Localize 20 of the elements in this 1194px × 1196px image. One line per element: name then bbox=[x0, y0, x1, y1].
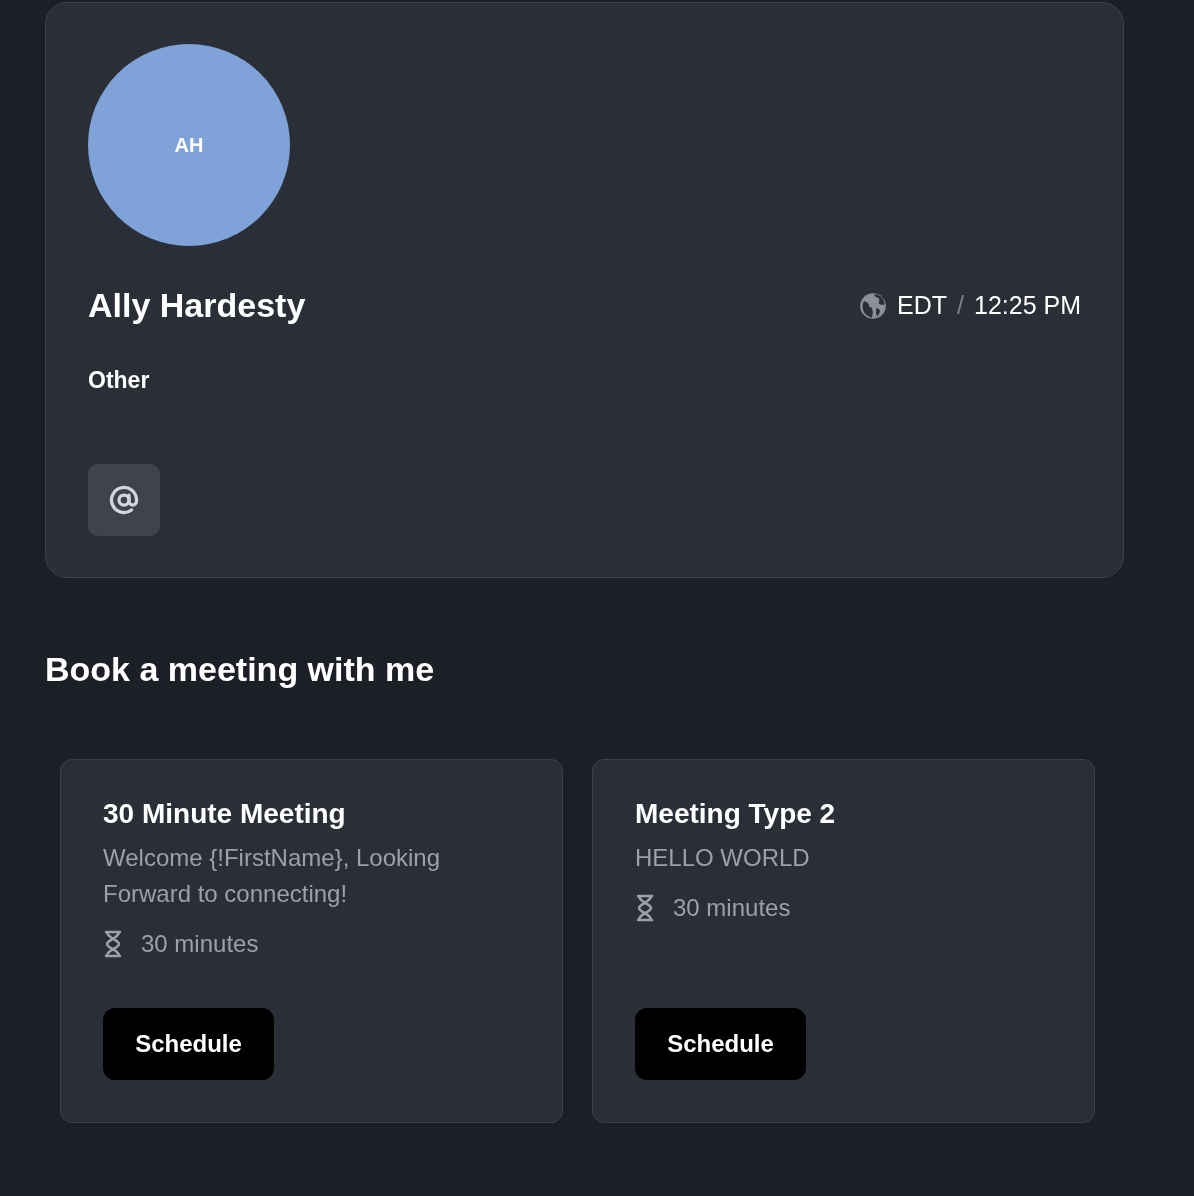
schedule-button[interactable]: Schedule bbox=[103, 1008, 274, 1080]
local-time: 12:25 PM bbox=[974, 291, 1081, 320]
separator: / bbox=[957, 291, 964, 320]
section-heading: Book a meeting with me bbox=[45, 650, 436, 689]
meeting-description: Welcome {!FirstName}, Looking Forward to connecting! bbox=[103, 843, 442, 909]
hourglass-icon bbox=[103, 930, 123, 958]
hourglass-icon bbox=[635, 894, 655, 922]
meeting-duration: 30 minutes bbox=[141, 930, 259, 958]
email-button[interactable] bbox=[88, 464, 160, 536]
meeting-title: 30 Minute Meeting bbox=[103, 798, 347, 830]
profile-role: Other bbox=[88, 367, 151, 394]
at-sign-icon bbox=[109, 485, 139, 515]
meeting-duration: 30 minutes bbox=[673, 894, 791, 922]
schedule-button[interactable]: Schedule bbox=[635, 1008, 806, 1080]
meeting-title: Meeting Type 2 bbox=[635, 798, 837, 830]
profile-name: Ally Hardesty bbox=[88, 286, 306, 325]
timezone-label: EDT bbox=[897, 291, 948, 320]
globe-icon bbox=[859, 291, 888, 320]
avatar: AH bbox=[88, 44, 290, 246]
meeting-description: HELLO WORLD bbox=[635, 843, 811, 873]
